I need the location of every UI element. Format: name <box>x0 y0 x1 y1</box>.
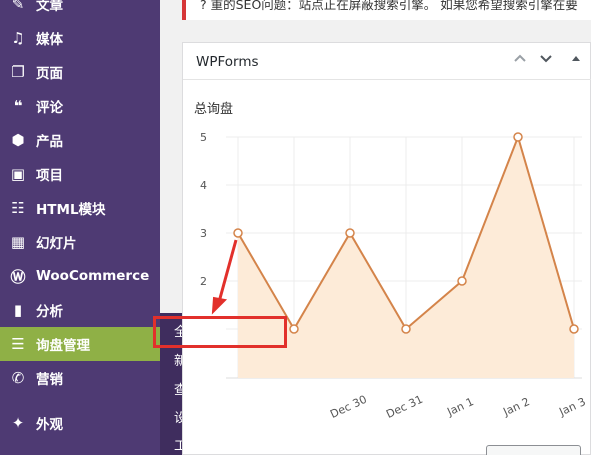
annotation-arrow <box>211 239 238 315</box>
